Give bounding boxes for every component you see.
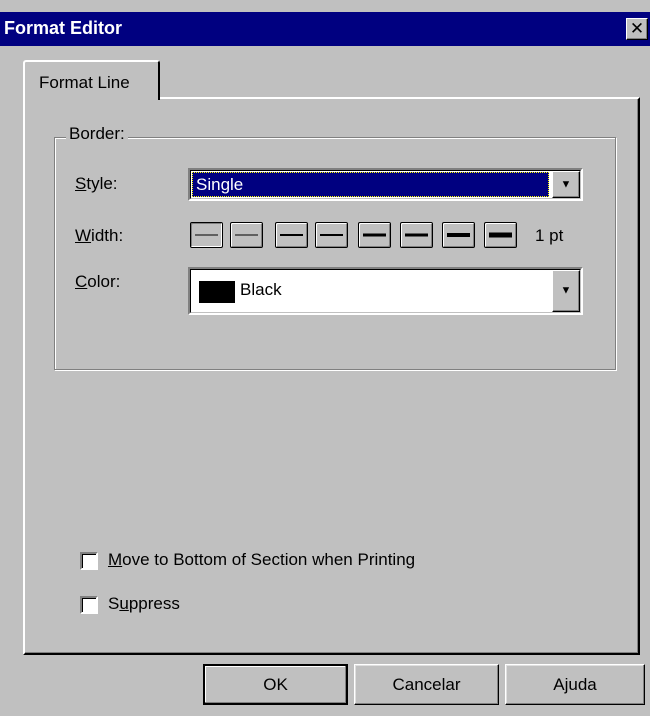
triangle-down-icon: ▼: [560, 284, 572, 297]
style-label: Style:: [75, 174, 118, 193]
tab-format-line[interactable]: Format Line: [23, 60, 160, 100]
style-dropdown-button[interactable]: ▼: [552, 171, 580, 198]
style-dropdown[interactable]: Single ▼: [188, 168, 583, 201]
width-option-6[interactable]: [400, 222, 433, 248]
style-selected-value: Single: [192, 172, 549, 197]
color-dropdown-button[interactable]: ▼: [552, 270, 580, 312]
triangle-down-icon: ▼: [560, 178, 572, 190]
format-editor-dialog: Format Editor ✕ Format Line Border: Styl…: [0, 0, 650, 716]
color-dropdown[interactable]: Black ▼: [188, 267, 583, 315]
width-option-1[interactable]: [190, 222, 223, 248]
suppress-label: Suppress: [108, 594, 180, 613]
color-swatch: [199, 281, 235, 303]
width-option-5[interactable]: [358, 222, 391, 248]
border-group-label: Border:: [66, 124, 128, 144]
width-option-4[interactable]: [315, 222, 348, 248]
color-selected-value: Black: [240, 280, 282, 299]
title-bar: Format Editor ✕: [0, 12, 650, 46]
suppress-checkbox[interactable]: [80, 596, 98, 614]
width-option-8[interactable]: [484, 222, 517, 248]
width-label: Width:: [75, 226, 124, 245]
close-icon: ✕: [629, 19, 645, 38]
color-label: Color:: [75, 272, 121, 291]
width-value: 1 pt: [535, 226, 564, 245]
tab-label: Format Line: [39, 73, 130, 92]
width-option-7[interactable]: [442, 222, 475, 248]
width-option-3[interactable]: [275, 222, 308, 248]
move-to-bottom-checkbox[interactable]: [80, 552, 98, 570]
move-to-bottom-label: Move to Bottom of Section when Printing: [108, 550, 416, 569]
ok-button[interactable]: OK: [203, 664, 348, 705]
cancel-button[interactable]: Cancelar: [354, 664, 499, 705]
help-button[interactable]: Ajuda: [505, 664, 645, 705]
window-title: Format Editor: [4, 18, 123, 38]
close-button[interactable]: ✕: [626, 18, 648, 40]
width-option-2[interactable]: [230, 222, 263, 248]
